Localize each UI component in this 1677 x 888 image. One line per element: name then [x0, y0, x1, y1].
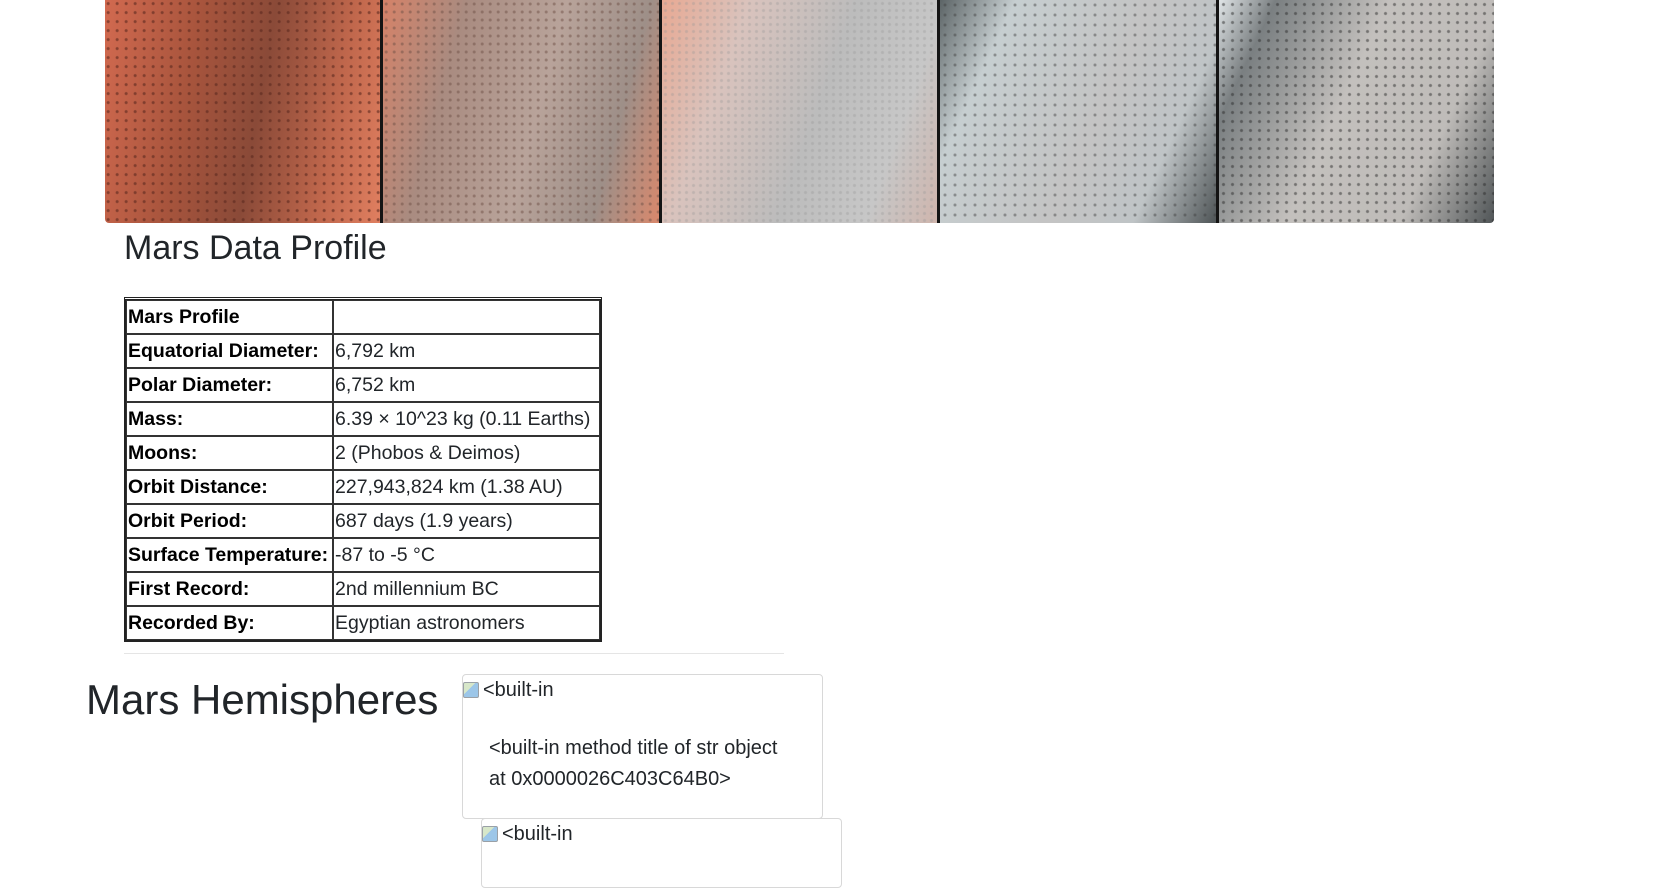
- profile-heading: Mars Data Profile: [124, 229, 387, 267]
- image-alt-text: <built-in: [483, 679, 554, 701]
- hero-panel: [1218, 0, 1494, 223]
- table-row: Recorded By: Egyptian astronomers: [126, 606, 600, 640]
- table-row: First Record: 2nd millennium BC: [126, 572, 600, 606]
- hemisphere-card[interactable]: <built-in <built-in method title of str …: [462, 674, 823, 819]
- table-row: Orbit Period: 687 days (1.9 years): [126, 504, 600, 538]
- row-value: 2 (Phobos & Deimos): [333, 436, 600, 470]
- row-value: 227,943,824 km (1.38 AU): [333, 470, 600, 504]
- row-label: Recorded By:: [126, 606, 333, 640]
- image-alt-text: <built-in: [502, 823, 573, 845]
- table-row: Polar Diameter: 6,752 km: [126, 368, 600, 402]
- row-value: 6,792 km: [333, 334, 600, 368]
- table-row: Surface Temperature: -87 to -5 °C: [126, 538, 600, 572]
- row-value: 6.39 × 10^23 kg (0.11 Earths): [333, 402, 600, 436]
- row-label: Equatorial Diameter:: [126, 334, 333, 368]
- row-value: Egyptian astronomers: [333, 606, 600, 640]
- broken-image-icon: [463, 682, 479, 698]
- table-row: Mass: 6.39 × 10^23 kg (0.11 Earths): [126, 402, 600, 436]
- row-value: 2nd millennium BC: [333, 572, 600, 606]
- row-label: Surface Temperature:: [126, 538, 333, 572]
- row-label: First Record:: [126, 572, 333, 606]
- hemisphere-card[interactable]: <built-in: [481, 818, 842, 888]
- table-row: Mars Profile: [126, 300, 600, 334]
- row-label: Mars Profile: [126, 300, 333, 334]
- table-row: Moons: 2 (Phobos & Deimos): [126, 436, 600, 470]
- hero-panel: [383, 0, 659, 223]
- row-label: Moons:: [126, 436, 333, 470]
- hero-panel: [940, 0, 1216, 223]
- row-label: Polar Diameter:: [126, 368, 333, 402]
- table-row: Equatorial Diameter: 6,792 km: [126, 334, 600, 368]
- mars-profile-table: Mars Profile Equatorial Diameter: 6,792 k…: [124, 297, 602, 642]
- row-value: [333, 300, 600, 334]
- row-value: -87 to -5 °C: [333, 538, 600, 572]
- table-row: Orbit Distance: 227,943,824 km (1.38 AU): [126, 470, 600, 504]
- broken-image[interactable]: <built-in: [463, 675, 554, 705]
- hero-image: [105, 0, 1494, 223]
- hemisphere-caption: <built-in method title of str object at …: [489, 737, 778, 790]
- row-value: 687 days (1.9 years): [333, 504, 600, 538]
- hero-panel: [661, 0, 938, 223]
- row-value: 6,752 km: [333, 368, 600, 402]
- row-label: Orbit Distance:: [126, 470, 333, 504]
- hero-panel: [105, 0, 381, 223]
- broken-image-icon: [482, 826, 498, 842]
- broken-image[interactable]: <built-in: [482, 819, 573, 849]
- row-label: Mass:: [126, 402, 333, 436]
- row-label: Orbit Period:: [126, 504, 333, 538]
- hemispheres-heading: Mars Hemispheres: [86, 676, 439, 723]
- section-divider: [124, 653, 784, 654]
